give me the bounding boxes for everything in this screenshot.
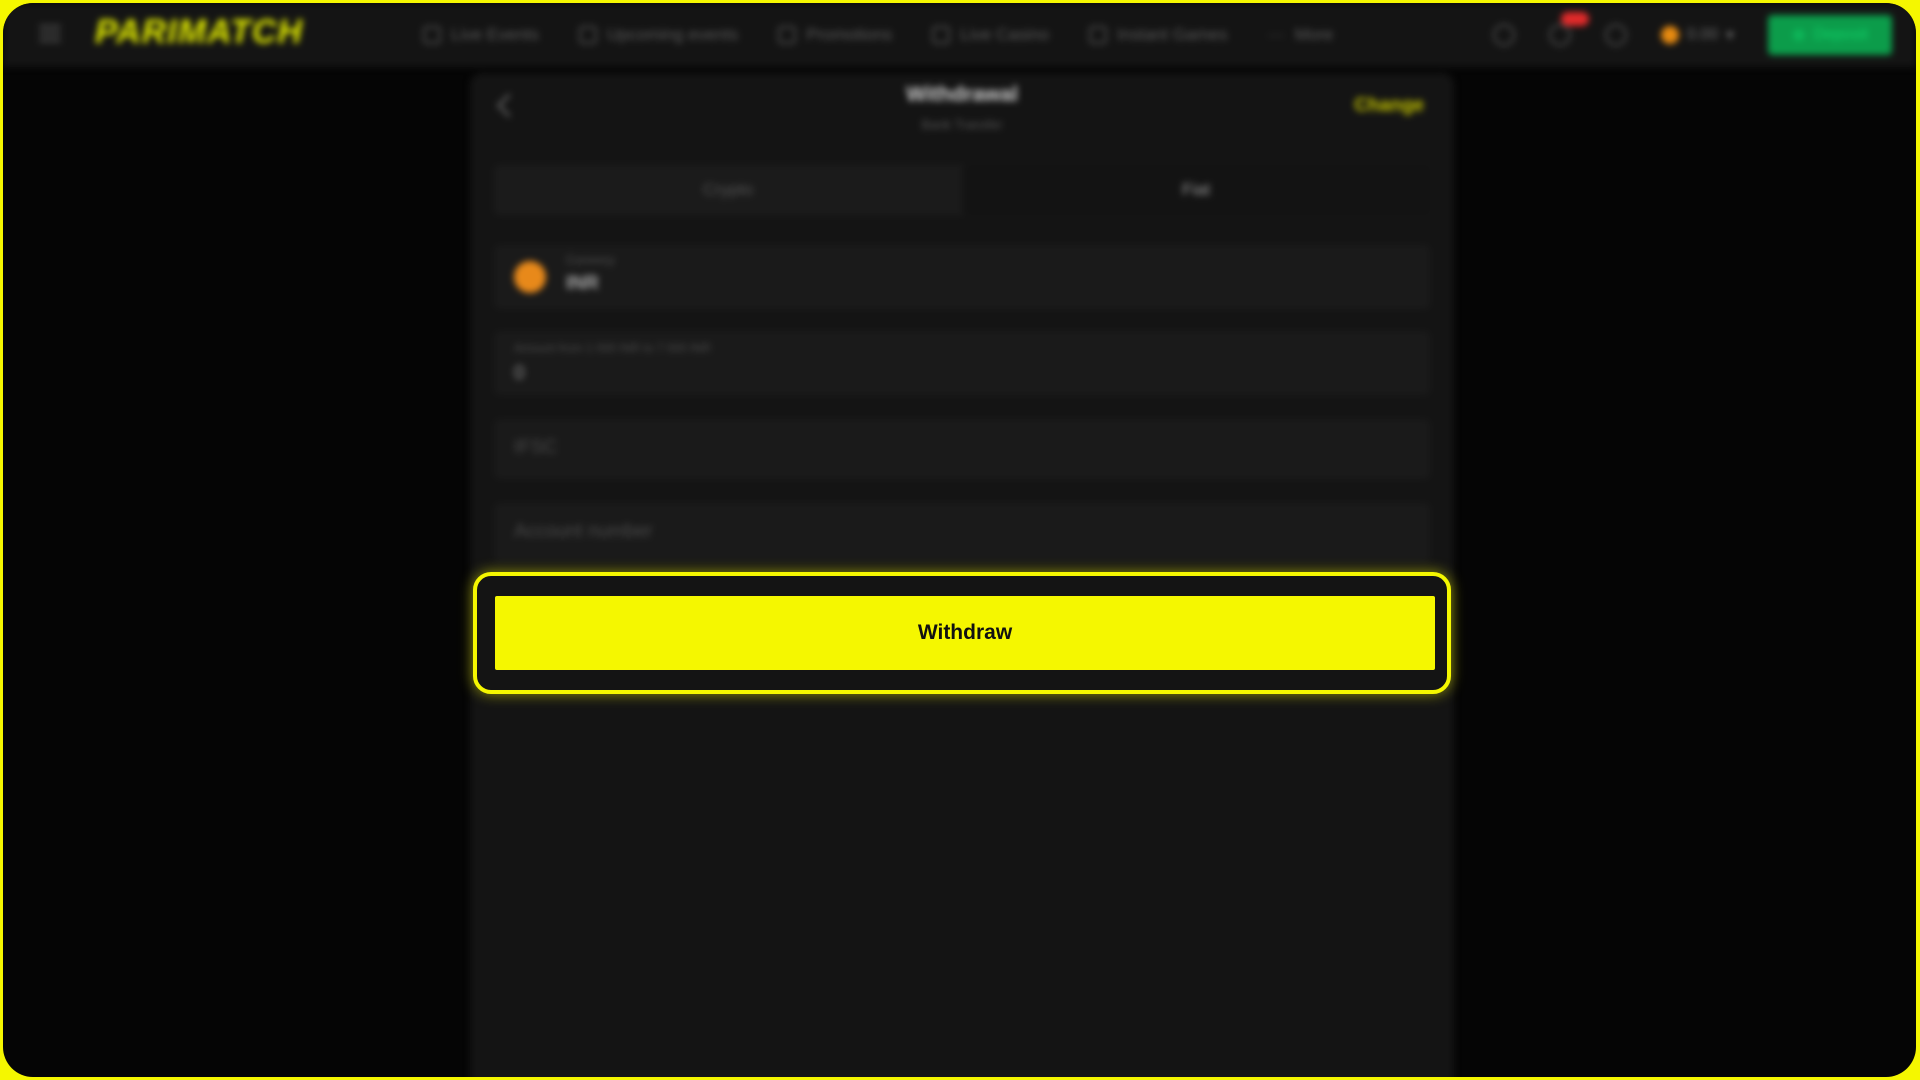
notification-badge	[1560, 12, 1589, 26]
nav-item-label: Promotions	[806, 25, 893, 44]
deposit-button[interactable]: ⊕ Deposit	[1768, 15, 1892, 55]
account-number-placeholder: Account number	[514, 521, 653, 542]
ifsc-field[interactable]: IFSC	[494, 419, 1430, 479]
amount-field[interactable]: Amount from 1 000 INR to 7 000 INR 0	[494, 331, 1430, 395]
amount-value: 0	[514, 363, 525, 384]
gift-icon	[778, 26, 797, 44]
panel-title: Withdrawal	[906, 83, 1018, 106]
balance-dropdown[interactable]: 0.00 ▾	[1660, 25, 1734, 45]
tab-fiat[interactable]: Fiat	[962, 165, 1430, 215]
search-icon[interactable]	[1492, 24, 1515, 46]
nav-item-live-events[interactable]: Live Events	[423, 25, 539, 45]
nav-item-label: Live Events	[451, 25, 539, 44]
nav-item-label: Instant Games	[1117, 25, 1228, 44]
amount-caption: Amount from 1 000 INR to 7 000 INR	[514, 341, 711, 355]
nav-item-label: Upcoming events	[606, 25, 739, 44]
menu-icon[interactable]	[39, 25, 61, 43]
blurred-background: PARIMATCH Live Events Upcoming events Pr…	[3, 3, 1916, 1077]
currency-coin-icon	[514, 261, 546, 293]
nav-item-more[interactable]: ··· More	[1268, 25, 1334, 45]
currency-value: INR	[566, 273, 599, 294]
ifsc-placeholder: IFSC	[514, 437, 558, 458]
plus-icon: ⊕	[1792, 27, 1806, 44]
calendar-icon	[578, 26, 597, 44]
brand-logo[interactable]: PARIMATCH	[95, 13, 303, 52]
panel-subtitle: Bank Transfer	[921, 117, 1003, 132]
rocket-icon	[1089, 26, 1108, 44]
account-number-field[interactable]: Account number	[494, 503, 1430, 563]
coin-icon	[1660, 26, 1679, 44]
payment-type-tabs: Crypto Fiat	[494, 165, 1430, 215]
header-tools: 0.00 ▾ ⊕ Deposit	[1492, 3, 1892, 67]
nav-item-label: More	[1294, 25, 1334, 44]
change-method-link[interactable]: Change	[1354, 95, 1424, 117]
app-frame: PARIMATCH Live Events Upcoming events Pr…	[3, 3, 1916, 1077]
user-icon[interactable]	[1604, 24, 1627, 46]
withdraw-button-highlight: Withdraw	[473, 572, 1451, 694]
dots-icon: ···	[1267, 25, 1285, 44]
currency-select[interactable]: Currency INR	[494, 245, 1430, 309]
nav-item-instant-games[interactable]: Instant Games	[1089, 25, 1228, 45]
balance-value: 0.00	[1686, 26, 1718, 43]
tab-crypto[interactable]: Crypto	[494, 165, 962, 215]
nav-item-live-casino[interactable]: Live Casino	[932, 25, 1049, 45]
deposit-label: Deposit	[1813, 26, 1868, 43]
top-bar: PARIMATCH Live Events Upcoming events Pr…	[3, 3, 1916, 67]
nav-item-label: Live Casino	[960, 25, 1050, 44]
withdraw-button[interactable]: Withdraw	[495, 596, 1435, 670]
nav-item-upcoming-events[interactable]: Upcoming events	[578, 25, 739, 45]
nav-item-promotions[interactable]: Promotions	[778, 25, 892, 45]
diamond-icon	[932, 26, 951, 44]
currency-caption: Currency	[566, 253, 615, 267]
bell-icon[interactable]	[1548, 12, 1589, 46]
tv-icon	[423, 26, 441, 44]
main-nav: Live Events Upcoming events Promotions L…	[423, 3, 1333, 67]
chevron-down-icon: ▾	[1725, 27, 1734, 44]
